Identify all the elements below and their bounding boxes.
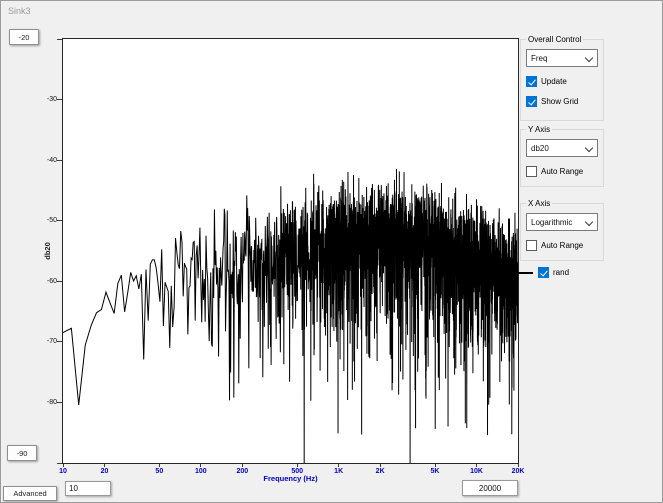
update-checkbox-label: Update bbox=[541, 77, 567, 86]
y-axis-max-button[interactable]: -20 bbox=[9, 29, 39, 45]
x-tick-mark bbox=[242, 464, 243, 467]
x-tick-mark bbox=[380, 464, 381, 467]
x-tick-mark bbox=[63, 464, 64, 467]
show-grid-checkbox[interactable]: Show Grid bbox=[526, 96, 598, 107]
y-auto-range-label: Auto Range bbox=[541, 167, 583, 176]
chevron-down-icon bbox=[585, 144, 593, 152]
overall-control-dropdown[interactable]: Freq bbox=[526, 49, 598, 67]
x-tick-mark bbox=[200, 464, 201, 467]
window-title: Sink3 bbox=[8, 6, 31, 16]
x-axis-dropdown[interactable]: Logarithmic bbox=[526, 213, 598, 231]
x-tick-mark bbox=[338, 464, 339, 467]
x-tick-mark bbox=[297, 464, 298, 467]
x-auto-range-label: Auto Range bbox=[541, 241, 583, 250]
spectrum-trace-svg bbox=[63, 39, 518, 463]
rand-trace bbox=[63, 169, 518, 463]
y-tick-label: -70 bbox=[29, 337, 57, 346]
y-axis-min-button[interactable]: -90 bbox=[7, 445, 37, 461]
chevron-down-icon bbox=[585, 54, 593, 62]
y-tick-label: -30 bbox=[29, 95, 57, 104]
x-auto-range-checkbox[interactable]: Auto Range bbox=[526, 240, 598, 251]
y-axis-group-title: Y Axis bbox=[526, 125, 552, 134]
trace-legend: rand bbox=[513, 267, 569, 278]
y-tick-label: -40 bbox=[29, 156, 57, 165]
titlebar[interactable]: Sink3 bbox=[1, 1, 662, 23]
update-checkbox[interactable]: Update bbox=[526, 76, 598, 87]
rand-trace-label: rand bbox=[553, 268, 569, 277]
y-axis-dropdown-value: db20 bbox=[531, 144, 549, 153]
x-min-input[interactable] bbox=[65, 481, 111, 496]
x-tick-mark bbox=[159, 464, 160, 467]
x-tick-mark bbox=[435, 464, 436, 467]
legend-line-sample bbox=[513, 272, 533, 274]
x-axis-group: X Axis Logarithmic Auto Range bbox=[520, 199, 604, 261]
checkbox-icon bbox=[526, 240, 537, 251]
show-grid-checkbox-label: Show Grid bbox=[541, 97, 578, 106]
advanced-button[interactable]: Advanced bbox=[3, 486, 57, 501]
x-max-input[interactable] bbox=[462, 480, 518, 496]
checkbox-icon bbox=[526, 76, 537, 87]
rand-trace-checkbox[interactable]: rand bbox=[538, 267, 569, 278]
x-axis-dropdown-value: Logarithmic bbox=[531, 218, 572, 227]
y-axis-dropdown[interactable]: db20 bbox=[526, 139, 598, 157]
checkbox-icon bbox=[538, 267, 549, 278]
y-axis-group: Y Axis db20 Auto Range bbox=[520, 125, 604, 187]
x-axis-title: Frequency (Hz) bbox=[63, 474, 518, 483]
y-axis-title: db20 bbox=[42, 231, 52, 271]
overall-control-group: Overall Control Freq Update Show Grid bbox=[520, 35, 604, 121]
plot-area[interactable] bbox=[62, 38, 519, 464]
y-tick-label: -50 bbox=[29, 216, 57, 225]
checkbox-icon bbox=[526, 96, 537, 107]
sink3-window: Sink3 -20 -90 Advanced db20 102050100200… bbox=[0, 0, 663, 503]
y-auto-range-checkbox[interactable]: Auto Range bbox=[526, 166, 598, 177]
overall-control-title: Overall Control bbox=[526, 35, 583, 44]
checkbox-icon bbox=[526, 166, 537, 177]
x-axis-group-title: X Axis bbox=[526, 199, 552, 208]
y-tick-label: -60 bbox=[29, 277, 57, 286]
chevron-down-icon bbox=[585, 218, 593, 226]
x-tick-mark bbox=[518, 464, 519, 467]
y-tick-label: -80 bbox=[29, 398, 57, 407]
overall-control-dropdown-value: Freq bbox=[531, 54, 547, 63]
x-tick-mark bbox=[104, 464, 105, 467]
x-tick-mark bbox=[476, 464, 477, 467]
